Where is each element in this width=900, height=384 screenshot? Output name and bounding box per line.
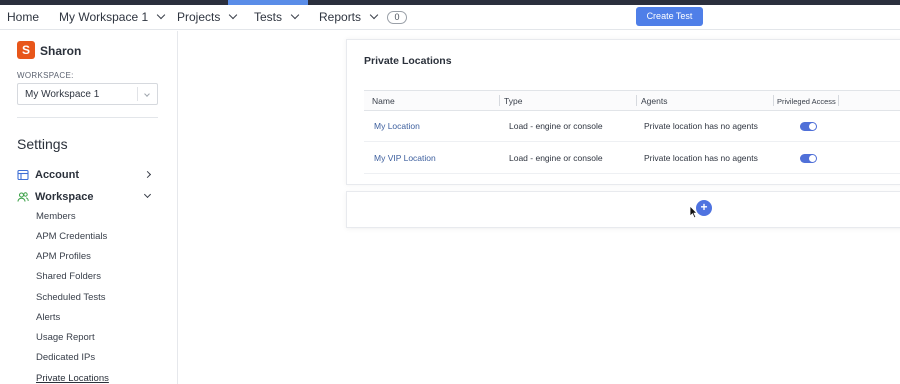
location-name-link[interactable]: My VIP Location	[374, 153, 436, 163]
add-location-button[interactable]: +	[696, 200, 712, 216]
location-agents: Private location has no agents	[644, 153, 758, 163]
nav-projects[interactable]: Projects	[177, 10, 238, 24]
sidebar-item-private-locations[interactable]: Private Locations	[36, 373, 109, 384]
username: Sharon	[40, 44, 82, 58]
nav-reports[interactable]: Reports 0	[319, 10, 408, 24]
column-separator[interactable]	[773, 95, 774, 106]
sidebar-item-usage-report[interactable]: Usage Report	[36, 332, 95, 343]
sidebar-item-scheduled-tests[interactable]: Scheduled Tests	[36, 292, 106, 303]
avatar[interactable]: S	[17, 41, 35, 59]
sidebar-item-shared-folders[interactable]: Shared Folders	[36, 271, 101, 282]
sidebar-item-members[interactable]: Members	[36, 211, 76, 222]
chevron-right-icon[interactable]	[143, 170, 152, 179]
workspace-select[interactable]: My Workspace 1	[17, 83, 158, 105]
toggle-knob	[809, 123, 816, 130]
reports-count-badge: 0	[387, 10, 408, 24]
add-location-bar: +	[346, 191, 900, 228]
chevron-down-icon	[369, 10, 379, 20]
location-agents: Private location has no agents	[644, 121, 758, 131]
top-nav: Home My Workspace 1 Projects Tests Repor…	[0, 5, 900, 30]
workspace-label: WORKSPACE:	[17, 71, 74, 80]
sidebar-item-apm-credentials[interactable]: APM Credentials	[36, 231, 107, 242]
column-separator[interactable]	[499, 95, 500, 106]
chevron-down-icon[interactable]	[143, 190, 152, 199]
users-icon	[17, 192, 29, 202]
location-name-link[interactable]: My Location	[374, 121, 420, 131]
sidebar-section-account[interactable]: Account	[17, 169, 79, 181]
column-header-name[interactable]: Name	[372, 96, 395, 106]
sidebar-item-dedicated-ips[interactable]: Dedicated IPs	[36, 352, 95, 363]
table-header: Name Type Agents Privileged Access	[364, 90, 900, 111]
sidebar-item-apm-profiles[interactable]: APM Profiles	[36, 251, 91, 262]
nav-tests[interactable]: Tests	[254, 10, 300, 24]
column-separator[interactable]	[838, 95, 839, 106]
mouse-cursor-icon	[689, 205, 698, 219]
column-header-agents[interactable]: Agents	[641, 96, 667, 106]
account-icon	[17, 169, 29, 181]
location-type: Load - engine or console	[509, 153, 603, 163]
chevron-down-icon	[144, 91, 150, 97]
chevron-down-icon	[229, 10, 238, 20]
table-row: My Location Load - engine or console Pri…	[364, 111, 900, 142]
sidebar-divider	[17, 117, 158, 118]
settings-title: Settings	[17, 136, 68, 152]
table-row: My VIP Location Load - engine or console…	[364, 143, 900, 174]
location-type: Load - engine or console	[509, 121, 603, 131]
toggle-knob	[809, 155, 816, 162]
chevron-down-icon	[290, 10, 300, 20]
column-header-type[interactable]: Type	[504, 96, 522, 106]
privileged-access-toggle[interactable]	[800, 122, 817, 131]
privileged-access-toggle[interactable]	[800, 154, 817, 163]
sidebar-section-workspace[interactable]: Workspace	[17, 191, 94, 203]
private-locations-card: Private Locations Name Type Agents Privi…	[346, 39, 900, 185]
workspace-select-value: My Workspace 1	[25, 89, 100, 100]
page-title: Private Locations	[364, 55, 452, 67]
create-test-button[interactable]: Create Test	[636, 7, 703, 26]
nav-home[interactable]: Home	[7, 10, 39, 24]
nav-workspace[interactable]: My Workspace 1	[59, 10, 166, 24]
settings-sidebar: S Sharon WORKSPACE: My Workspace 1 Setti…	[0, 31, 178, 384]
select-separator	[137, 87, 138, 101]
sidebar-item-alerts[interactable]: Alerts	[36, 312, 60, 323]
chevron-down-icon	[156, 10, 166, 20]
column-separator[interactable]	[636, 95, 637, 106]
main-content: Private Locations Name Type Agents Privi…	[179, 31, 900, 384]
column-header-privileged-access[interactable]: Privileged Access	[777, 97, 836, 106]
